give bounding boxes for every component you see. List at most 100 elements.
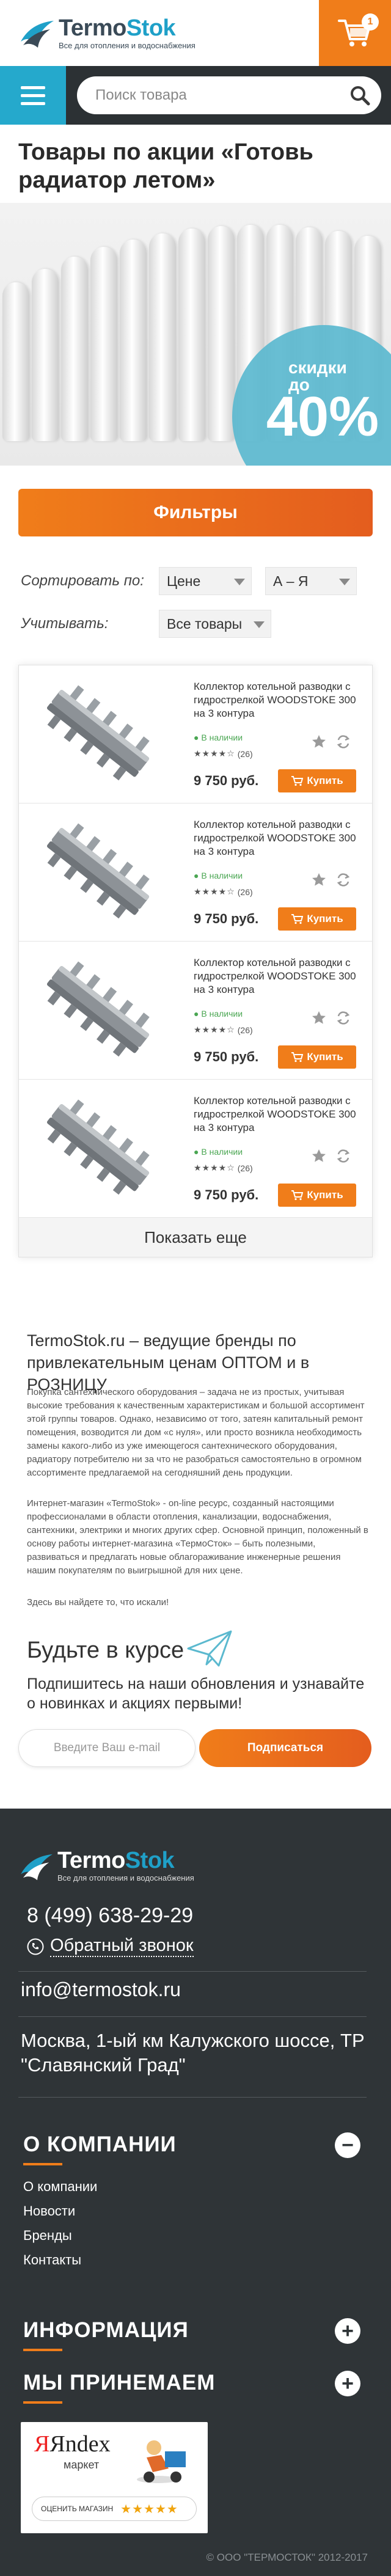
- product-card[interactable]: Коллектор котельной разводки с гидростре…: [19, 803, 372, 942]
- product-title[interactable]: Коллектор котельной разводки с гидростре…: [194, 818, 362, 858]
- subscribe-title: Будьте в курсе: [27, 1637, 185, 1663]
- seo-paragraph: Интернет-магазин «TermoStok» - on-line р…: [27, 1498, 368, 1576]
- logo-flame-icon: [18, 17, 56, 49]
- footer-email[interactable]: info@termostok.ru: [21, 1978, 181, 2001]
- expand-plus-icon[interactable]: +: [335, 2318, 360, 2344]
- product-image[interactable]: [36, 953, 163, 1063]
- subscribe-button[interactable]: Подписаться: [199, 1729, 371, 1767]
- product-image[interactable]: [36, 814, 163, 924]
- product-rating: ★★★★☆ (26): [194, 887, 253, 897]
- stock-dot-icon: ●: [194, 733, 202, 742]
- product-price: 9 750 руб.: [194, 1187, 259, 1202]
- product-title[interactable]: Коллектор котельной разводки с гидростре…: [194, 1094, 362, 1135]
- product-rating: ★★★★☆ (26): [194, 748, 253, 759]
- product-card[interactable]: Коллектор котельной разводки с гидростре…: [19, 1080, 372, 1218]
- rate-shop-label: ОЦЕНИТЬ МАГАЗИН: [41, 2505, 114, 2513]
- copyright: © ООО "ТЕРМОСТОК" 2012-2017: [206, 2552, 368, 2563]
- compare-icon[interactable]: [335, 872, 351, 888]
- product-card[interactable]: Коллектор котельной разводки с гидростре…: [19, 942, 372, 1080]
- footer-divider: [18, 1971, 367, 1972]
- buy-button[interactable]: Купить: [278, 1184, 356, 1207]
- review-count: (26): [237, 887, 253, 897]
- product-actions: [311, 872, 351, 888]
- review-count: (26): [237, 1025, 253, 1035]
- search-input[interactable]: [95, 87, 349, 104]
- product-actions: [311, 734, 351, 750]
- stock-status: ● В наличии: [194, 871, 243, 880]
- chevron-down-icon: [254, 621, 265, 628]
- favorite-star-icon[interactable]: [311, 872, 327, 888]
- rating-stars-icon: ★★★★☆: [194, 1163, 235, 1173]
- section-underline: [23, 2349, 62, 2351]
- product-title[interactable]: Коллектор котельной разводки с гидростре…: [194, 956, 362, 997]
- product-price: 9 750 руб.: [194, 773, 259, 788]
- footer-link-about[interactable]: О компании: [23, 2179, 97, 2195]
- seo-paragraph: Здесь вы найдете то, что искали!: [27, 1597, 169, 1608]
- compare-icon[interactable]: [335, 1148, 351, 1164]
- hamburger-line-icon: [21, 86, 45, 89]
- footer-link-news[interactable]: Новости: [23, 2203, 75, 2219]
- stock-dot-icon: ●: [194, 871, 202, 880]
- cart-icon: [291, 1052, 304, 1063]
- product-rating: ★★★★☆ (26): [194, 1025, 253, 1035]
- promo-banner[interactable]: скидки до 40%: [0, 203, 391, 466]
- footer-phone[interactable]: 8 (499) 638-29-29: [27, 1904, 193, 1928]
- cart-count-badge: 1: [362, 13, 379, 31]
- collapse-minus-icon[interactable]: −: [335, 2132, 360, 2158]
- footer-logo[interactable]: TermoStok Все для отопления и водоснабже…: [18, 1849, 194, 1883]
- product-image[interactable]: [36, 676, 163, 786]
- footer-link-contacts[interactable]: Контакты: [23, 2252, 81, 2268]
- rate-shop-field[interactable]: ОЦЕНИТЬ МАГАЗИН ★★★★★: [32, 2497, 197, 2521]
- subscribe-email-input[interactable]: Введите Ваш e-mail: [18, 1729, 196, 1767]
- cart-button[interactable]: 1: [319, 0, 391, 66]
- buy-label: Купить: [307, 775, 343, 786]
- subscribe-description: Подпишитесь на наши обновления и узнавай…: [27, 1675, 365, 1712]
- product-card[interactable]: Коллектор котельной разводки с гидростре…: [19, 665, 372, 803]
- favorite-star-icon[interactable]: [311, 734, 327, 750]
- search-icon[interactable]: [349, 85, 370, 106]
- filters-button[interactable]: Фильтры: [18, 489, 373, 536]
- product-image[interactable]: [36, 1091, 163, 1201]
- consider-label: Учитывать:: [21, 615, 109, 632]
- site-logo[interactable]: TermoStok Все для отопления и водоснабже…: [0, 0, 319, 66]
- callback-link[interactable]: Обратный звонок: [27, 1936, 194, 1957]
- buy-button[interactable]: Купить: [278, 907, 356, 931]
- compare-icon[interactable]: [335, 1010, 351, 1026]
- sort-label: Сортировать по:: [21, 573, 144, 589]
- cart-icon: [291, 776, 304, 786]
- section-underline: [23, 2163, 62, 2165]
- buy-button[interactable]: Купить: [278, 1045, 356, 1069]
- footer-about-title[interactable]: О КОМПАНИИ: [23, 2132, 177, 2157]
- consider-select[interactable]: Все товары: [159, 610, 271, 638]
- compare-icon[interactable]: [335, 734, 351, 750]
- footer-link-brands[interactable]: Бренды: [23, 2228, 72, 2244]
- show-more-button[interactable]: Показать еще: [19, 1218, 372, 1257]
- footer-info-title[interactable]: ИНФОРМАЦИЯ: [23, 2318, 189, 2343]
- buy-button[interactable]: Купить: [278, 769, 356, 792]
- sort-order-select[interactable]: А – Я: [265, 567, 357, 595]
- favorite-star-icon[interactable]: [311, 1010, 327, 1026]
- product-actions: [311, 1148, 351, 1164]
- footer-address: Москва, 1-ый км Калужского шоссе, ТР "Сл…: [21, 2030, 365, 2076]
- discount-value: 40%: [266, 386, 379, 448]
- product-title[interactable]: Коллектор котельной разводки с гидростре…: [194, 680, 362, 720]
- hamburger-menu-button[interactable]: [0, 66, 66, 125]
- review-count: (26): [237, 748, 253, 759]
- stock-dot-icon: ●: [194, 1009, 202, 1019]
- stock-status: ● В наличии: [194, 1147, 243, 1157]
- expand-plus-icon[interactable]: +: [335, 2371, 360, 2396]
- seo-paragraph: Покупка сантехнического оборудования – з…: [27, 1387, 365, 1478]
- yandex-market-badge[interactable]: ЯЯndex маркет ОЦЕНИТЬ МАГАЗИН ★★★★★: [21, 2422, 208, 2533]
- sort-row: Сортировать по: Цене А – Я: [21, 567, 357, 595]
- search-field: [77, 76, 381, 114]
- favorite-star-icon[interactable]: [311, 1148, 327, 1164]
- product-price: 9 750 руб.: [194, 911, 259, 926]
- footer-accept-title[interactable]: МЫ ПРИНЕМАЕМ: [23, 2371, 215, 2395]
- sort-by-select[interactable]: Цене: [159, 567, 252, 595]
- stock-status: ● В наличии: [194, 1009, 243, 1019]
- footer-divider: [18, 2016, 367, 2017]
- footer-logo-name: TermoStok: [57, 1848, 175, 1873]
- radiator-fin: [90, 247, 117, 441]
- stock-text: В наличии: [201, 871, 243, 880]
- product-rating: ★★★★☆ (26): [194, 1163, 253, 1173]
